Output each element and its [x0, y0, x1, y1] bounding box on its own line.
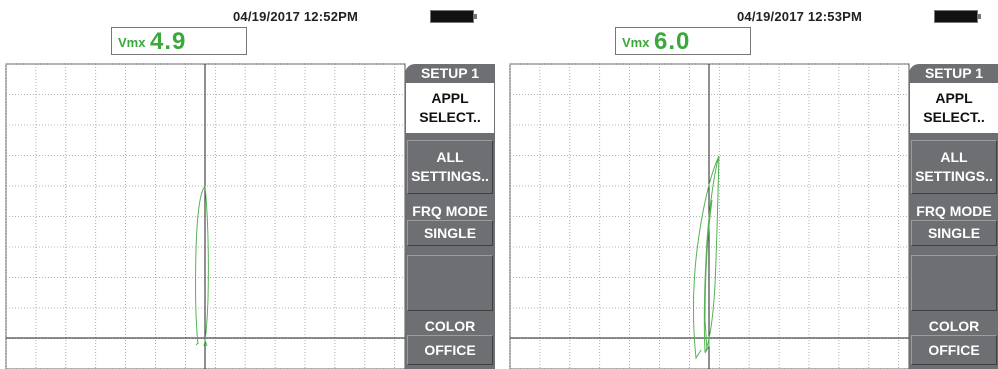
menu-title: SETUP 1	[909, 64, 998, 82]
appl-label-line1: APPL	[935, 90, 973, 106]
appl-label-line2: SELECT..	[923, 109, 985, 125]
color-label: COLOR	[909, 318, 998, 334]
eddy-screen-left: 04/19/2017 12:52PM Vmx 4.9 SETUP 1 APPL …	[0, 0, 495, 369]
frq-mode-label: FRQ MODE	[909, 203, 998, 219]
all-settings-button[interactable]: ALL SETTINGS..	[407, 140, 493, 194]
all-settings-line1: ALL	[940, 149, 968, 165]
setup-menu: SETUP 1 APPL SELECT.. ALL SETTINGS.. FRQ…	[909, 64, 998, 369]
appl-select-button[interactable]: APPL SELECT..	[405, 82, 495, 134]
all-settings-line1: ALL	[436, 149, 464, 165]
color-value: OFFICE	[424, 341, 476, 358]
menu-title: SETUP 1	[405, 64, 495, 82]
frq-mode-label: FRQ MODE	[405, 203, 495, 219]
frq-mode-button[interactable]: SINGLE	[911, 220, 997, 246]
color-value: OFFICE	[928, 341, 980, 358]
frq-mode-button[interactable]: SINGLE	[407, 220, 493, 246]
appl-label-line2: SELECT..	[419, 109, 481, 125]
setup-menu: SETUP 1 APPL SELECT.. ALL SETTINGS.. FRQ…	[405, 64, 495, 369]
empty-menu-button[interactable]	[407, 255, 493, 311]
appl-select-button[interactable]: APPL SELECT..	[909, 82, 998, 134]
empty-menu-button[interactable]	[911, 255, 997, 311]
all-settings-button[interactable]: ALL SETTINGS..	[911, 140, 997, 194]
frq-mode-value: SINGLE	[423, 224, 477, 241]
signal-trace	[693, 155, 720, 360]
color-label: COLOR	[405, 318, 495, 334]
eddy-screen-right: 04/19/2017 12:53PM Vmx 6.0 SETUP 1 APPL …	[504, 0, 998, 369]
color-button[interactable]: OFFICE	[407, 335, 493, 365]
all-settings-line2: SETTINGS..	[411, 168, 489, 184]
all-settings-line2: SETTINGS..	[915, 168, 993, 184]
color-button[interactable]: OFFICE	[911, 335, 997, 365]
frq-mode-value: SINGLE	[927, 224, 981, 241]
signal-trace	[195, 185, 209, 347]
appl-label-line1: APPL	[431, 90, 469, 106]
